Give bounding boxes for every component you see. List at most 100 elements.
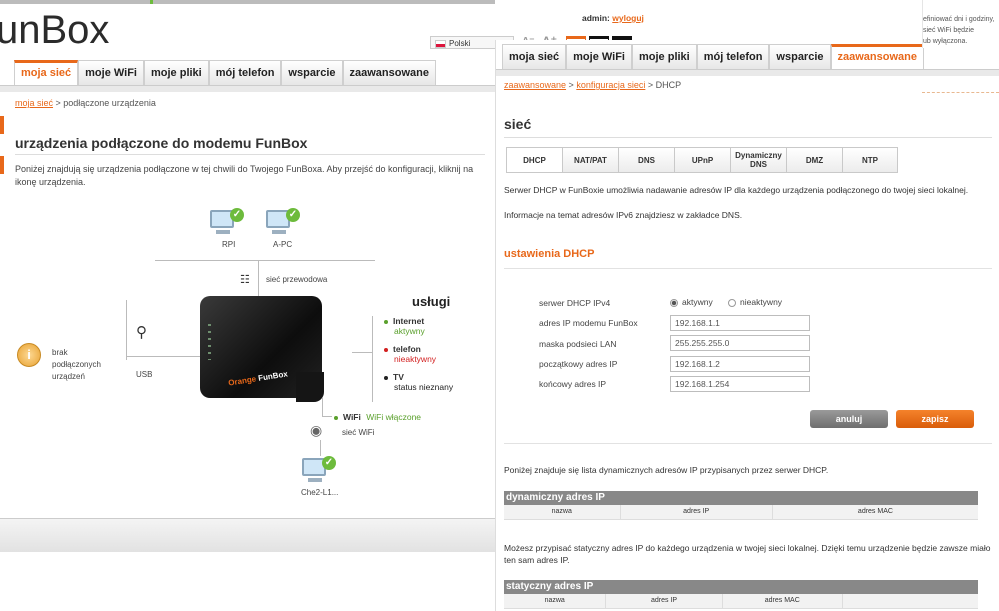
col-name: nazwa [504, 594, 607, 608]
dhcp-inactive-radio[interactable]: nieaktywny [728, 297, 782, 307]
network-icon: ☷ [240, 274, 250, 286]
nav-underbar [0, 85, 495, 92]
nav-underbar [496, 69, 999, 76]
col-name: nazwa [504, 505, 621, 519]
info-icon: i [17, 343, 41, 367]
dhcp-description: Serwer DHCP w FunBoxie umożliwia nadawan… [504, 185, 969, 195]
modem-ip-label: adres IP modemu FunBox [539, 318, 638, 328]
service-telefon[interactable]: telefon nieaktywny [384, 344, 436, 364]
breadcrumb-link-moja-siec[interactable]: moja sieć [15, 98, 53, 108]
col-ip: adres IP [606, 594, 723, 608]
subtab-dhcp[interactable]: DHCP [506, 147, 562, 173]
col-mac: adres MAC [723, 594, 843, 608]
tab-moje-wifi[interactable]: moje WiFi [78, 60, 144, 85]
tab-zaawansowane[interactable]: zaawansowane [830, 44, 924, 69]
subtab-ntp[interactable]: NTP [842, 147, 898, 173]
ipv6-note: Informacje na temat adresów IPv6 znajdzi… [504, 210, 743, 220]
connector-line [258, 260, 259, 296]
service-internet[interactable]: Internet aktywny [384, 316, 425, 336]
end-ip-input[interactable]: 192.168.1.254 [670, 376, 810, 392]
admin-bar: admin: wyloguj [582, 13, 644, 23]
static-ip-intro: Możesz przypisać statyczny adres IP do k… [504, 543, 991, 565]
right-window: moja sieć moje WiFi moje pliki mój telef… [495, 40, 999, 611]
check-icon: ✓ [286, 208, 300, 222]
connector-line [352, 352, 372, 353]
tab-wsparcie[interactable]: wsparcie [281, 60, 343, 85]
device-label: RPI [222, 240, 236, 249]
subtab-dmz[interactable]: DMZ [786, 147, 842, 173]
cancel-button[interactable]: anuluj [810, 410, 888, 428]
dhcp-active-radio[interactable]: aktywny [670, 297, 713, 307]
breadcrumb: zaawansowane > konfiguracja sieci > DHCP [504, 80, 682, 90]
tab-moje-pliki[interactable]: moje pliki [144, 60, 209, 85]
dynamic-ip-table-columns: nazwa adres IP adres MAC [504, 505, 978, 520]
device-che2-icon[interactable]: ✓ [302, 456, 336, 484]
title-divider [504, 137, 992, 138]
connector-line [126, 300, 127, 360]
check-icon: ✓ [322, 456, 336, 470]
side-accent [0, 156, 4, 174]
top-accent [150, 0, 153, 4]
tab-wsparcie[interactable]: wsparcie [769, 44, 831, 69]
breadcrumb-current: > podłączone urządzenia [53, 98, 156, 108]
funbox-logo: unBox [0, 8, 110, 52]
wifi-icon: ◉ [310, 422, 323, 438]
breadcrumb-current: > DHCP [645, 80, 682, 90]
modem-ip-input[interactable]: 192.168.1.1 [670, 315, 810, 331]
connector-line [322, 398, 323, 416]
subtab-nat-pat[interactable]: NAT/PAT [562, 147, 618, 173]
tab-zaawansowane[interactable]: zaawansowane [342, 60, 436, 85]
save-button[interactable]: zapisz [896, 410, 974, 428]
device-a-pc-icon[interactable]: ✓ [266, 208, 300, 236]
section-divider [504, 268, 992, 269]
start-ip-input[interactable]: 192.168.1.2 [670, 356, 810, 372]
intro-text: Poniżej znajdują się urządzenia podłączo… [15, 164, 474, 187]
network-subtabs: DHCP NAT/PAT DNS UPnP Dynamiczny DNS DMZ… [506, 147, 898, 173]
subtab-upnp[interactable]: UPnP [674, 147, 730, 173]
tab-moj-telefon[interactable]: mój telefon [696, 44, 770, 69]
section-title: sieć [504, 116, 532, 132]
static-ip-table-columns: nazwa adres IP adres MAC [504, 594, 978, 609]
col-ip: adres IP [621, 505, 773, 519]
side-accent [0, 116, 4, 134]
connector-line [320, 440, 321, 456]
no-devices-text: brak podłączonych urządzeń [52, 348, 101, 381]
subtab-dns[interactable]: DNS [618, 147, 674, 173]
connector-line [322, 416, 332, 417]
breadcrumb: moja sieć > podłączone urządzenia [15, 98, 156, 108]
funbox-router-image: Orange FunBox [200, 296, 324, 402]
logout-link[interactable]: wyloguj [612, 13, 644, 23]
usb-icon: ⚲ [136, 324, 147, 341]
device-label: A-PC [273, 240, 293, 249]
subnet-mask-input[interactable]: 255.255.255.0 [670, 335, 810, 351]
tab-moje-wifi[interactable]: moje WiFi [566, 44, 632, 69]
subtab-dynamic-dns[interactable]: Dynamiczny DNS [730, 147, 786, 173]
breadcrumb-link-konfiguracja[interactable]: konfiguracja sieci [576, 80, 645, 90]
window-top-border [0, 0, 495, 4]
wifi-status[interactable]: WiFi WiFi włączone [334, 412, 421, 422]
breadcrumb-link-zaawansowane[interactable]: zaawansowane [504, 80, 566, 90]
tab-moje-pliki[interactable]: moje pliki [632, 44, 697, 69]
device-rpi-icon[interactable]: ✓ [210, 208, 244, 236]
check-icon: ✓ [230, 208, 244, 222]
connector-line [155, 260, 375, 261]
connector-line [372, 316, 373, 402]
usb-label: USB [136, 370, 153, 379]
tab-moj-telefon[interactable]: mój telefon [208, 60, 282, 85]
overlay-window-fragment: efiniować dni i godziny, sieć WiFi będzi… [922, 0, 999, 48]
tab-moja-siec[interactable]: moja sieć [502, 44, 567, 69]
overlay-text-line: sieć WiFi będzie [923, 27, 974, 34]
overlay-text-line: ub wyłączona. [923, 38, 968, 45]
main-nav: moja sieć moje WiFi moje pliki mój telef… [14, 60, 436, 85]
overlay-divider [922, 92, 999, 94]
start-ip-label: początkowy adres IP [539, 359, 618, 369]
connector-line [126, 356, 200, 357]
page-title: urządzenia podłączone do modemu FunBox [15, 135, 308, 151]
wifi-network-label: sieć WiFi [342, 428, 375, 437]
end-ip-label: końcowy adres IP [539, 379, 607, 389]
tab-moja-siec[interactable]: moja sieć [14, 60, 79, 85]
poland-flag-icon [435, 39, 446, 48]
service-tv[interactable]: TV status nieznany [384, 372, 453, 392]
section-divider [504, 443, 992, 444]
col-mac: adres MAC [857, 508, 893, 515]
